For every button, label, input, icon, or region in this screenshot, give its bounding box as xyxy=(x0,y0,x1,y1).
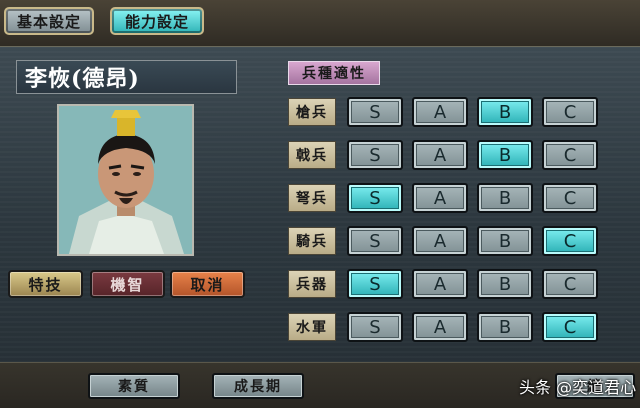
grade-button-b[interactable]: B xyxy=(477,269,533,299)
grade-button-c[interactable]: C xyxy=(542,312,598,342)
grade-button-b[interactable]: B xyxy=(477,312,533,342)
aptitude-row-label: 兵器 xyxy=(288,270,336,298)
growth-period-button[interactable]: 成長期 xyxy=(212,373,304,399)
grade-button-c[interactable]: C xyxy=(542,140,598,170)
grade-button-b[interactable]: B xyxy=(477,140,533,170)
grade-button-s[interactable]: S xyxy=(347,226,403,256)
grade-button-s[interactable]: S xyxy=(347,183,403,213)
top-bar xyxy=(0,0,640,46)
grade-button-a[interactable]: A xyxy=(412,140,468,170)
character-name: 李恢(德昂) xyxy=(16,60,237,94)
grade-button-c[interactable]: C xyxy=(542,183,598,213)
grade-button-a[interactable]: A xyxy=(412,312,468,342)
skill-button[interactable]: 特技 xyxy=(8,270,83,298)
grade-button-s[interactable]: S xyxy=(347,97,403,127)
grade-button-b[interactable]: B xyxy=(477,226,533,256)
character-portrait xyxy=(57,104,194,256)
cancel-button[interactable]: 取消 xyxy=(170,270,245,298)
grade-button-b[interactable]: B xyxy=(477,97,533,127)
tab-ability-settings[interactable]: 能力設定 xyxy=(110,7,204,35)
aptitude-row-label: 騎兵 xyxy=(288,227,336,255)
tab-basic-settings[interactable]: 基本設定 xyxy=(4,7,94,35)
grade-button-s[interactable]: S xyxy=(347,269,403,299)
watermark-text: 头条 @奕道君心 xyxy=(519,378,637,397)
aptitude-row-label: 弩兵 xyxy=(288,184,336,212)
grade-button-c[interactable]: C xyxy=(542,226,598,256)
aptitude-header: 兵種適性 xyxy=(288,61,380,85)
aptitude-row-label: 戟兵 xyxy=(288,141,336,169)
grade-button-s[interactable]: S xyxy=(347,140,403,170)
aptitude-row-label: 槍兵 xyxy=(288,98,336,126)
grade-button-b[interactable]: B xyxy=(477,183,533,213)
grade-button-a[interactable]: A xyxy=(412,97,468,127)
grade-button-s[interactable]: S xyxy=(347,312,403,342)
grade-button-c[interactable]: C xyxy=(542,97,598,127)
grade-button-a[interactable]: A xyxy=(412,183,468,213)
aptitude-row-label: 水軍 xyxy=(288,313,336,341)
grade-button-c[interactable]: C xyxy=(542,269,598,299)
grade-button-a[interactable]: A xyxy=(412,269,468,299)
grade-button-a[interactable]: A xyxy=(412,226,468,256)
quality-button[interactable]: 素質 xyxy=(88,373,180,399)
wit-button[interactable]: 機智 xyxy=(90,270,165,298)
portrait-illustration xyxy=(59,106,192,254)
